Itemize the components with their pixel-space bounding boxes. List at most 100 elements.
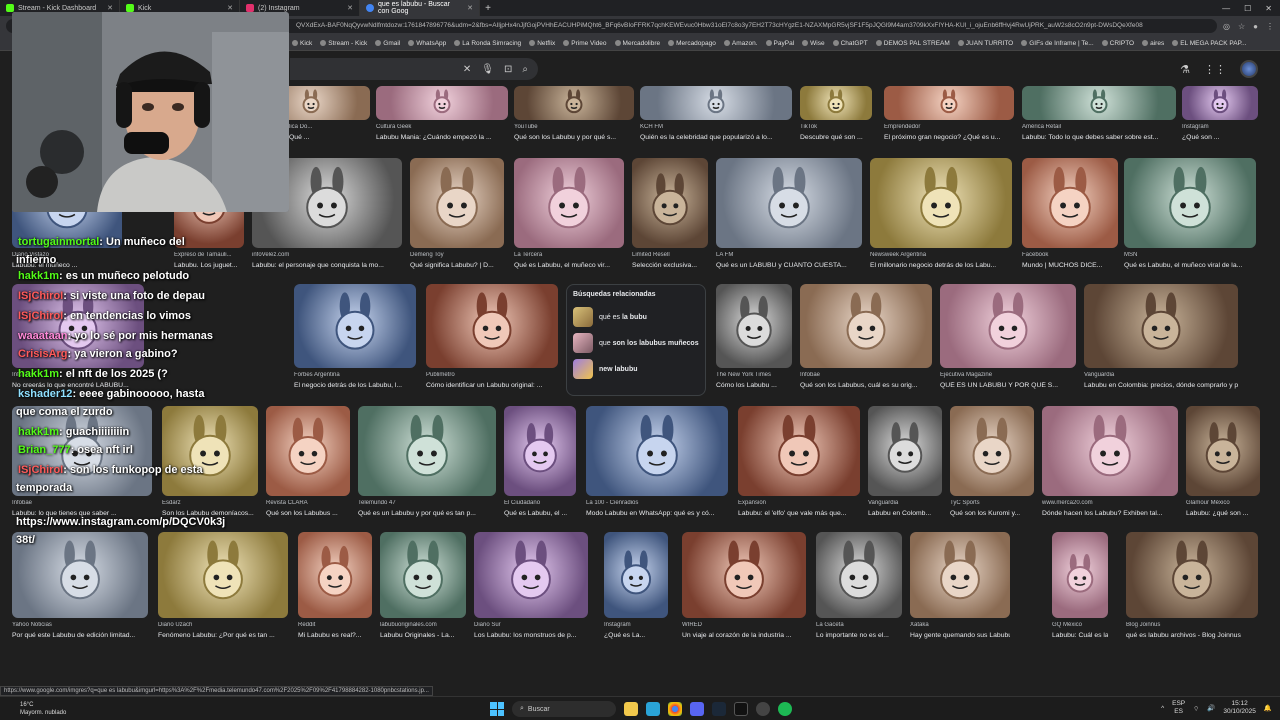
result-source[interactable]: Instagram xyxy=(1182,124,1258,130)
result-thumbnail[interactable] xyxy=(682,532,806,618)
result-caption[interactable]: Mi Labubu es real?... xyxy=(298,632,372,639)
result-thumbnail[interactable] xyxy=(816,532,902,618)
result-caption[interactable]: Qué es un Labubu y por qué es tan p... xyxy=(358,510,496,517)
taskbar-search[interactable]: ⌕ Buscar xyxy=(512,701,616,717)
image-result[interactable]: El Ciudadano Qué es Labubu, el ... xyxy=(504,406,576,524)
result-caption[interactable]: Quién es la celebridad que popularizó a … xyxy=(640,134,792,141)
result-source[interactable]: The New York Times xyxy=(716,372,792,378)
result-thumbnail[interactable] xyxy=(800,284,932,368)
chat-username[interactable]: ISjChiroI xyxy=(18,464,63,476)
result-thumbnail[interactable] xyxy=(514,158,624,248)
result-thumbnail[interactable] xyxy=(504,406,576,496)
result-source[interactable]: La Tercera xyxy=(514,252,624,258)
image-result[interactable]: TikTok Descubre qué son ... xyxy=(800,86,872,148)
result-caption[interactable]: Por qué este Labubu de edición limitad..… xyxy=(12,632,148,639)
result-source[interactable]: WIRED xyxy=(682,622,806,628)
result-source[interactable]: GQ México xyxy=(1052,622,1108,628)
result-thumbnail[interactable] xyxy=(716,158,862,248)
related-item[interactable]: qué es la bubu xyxy=(573,304,699,330)
image-result[interactable]: Telemundo 47 Qué es un Labubu y por qué e… xyxy=(358,406,496,524)
result-caption[interactable]: Qué son los Labubus, cuál es su orig... xyxy=(800,382,932,389)
image-result[interactable]: TyC Sports Qué son los Kuromi y... xyxy=(950,406,1034,524)
image-result[interactable]: labubuoriginales.com Labubu Originales - … xyxy=(380,532,466,646)
result-source[interactable]: labubuoriginales.com xyxy=(380,622,466,628)
new-tab-button[interactable]: + xyxy=(480,3,496,14)
bookmark-item[interactable]: GIFs de Inframe | Te... xyxy=(1021,40,1094,47)
discord-icon[interactable] xyxy=(690,702,704,716)
result-caption[interactable]: Labubu en Colomb... xyxy=(868,510,942,517)
labs-icon[interactable]: ⚗ xyxy=(1180,63,1190,76)
image-result[interactable]: Infobae Qué son los Labubus, cuál es su o… xyxy=(800,284,932,396)
bookmark-item[interactable]: Kick xyxy=(292,40,312,47)
apps-grid-icon[interactable]: ⋮⋮ xyxy=(1204,63,1226,76)
bookmark-item[interactable]: Mercadopago xyxy=(668,40,716,47)
result-thumbnail[interactable] xyxy=(426,284,558,368)
menu-dots-icon[interactable]: ⋮ xyxy=(1266,22,1274,31)
result-source[interactable]: Blog Joinnus xyxy=(1126,622,1258,628)
image-result[interactable]: La Tercera Qué es Labubu, el muñeco vir..… xyxy=(514,158,624,276)
related-item[interactable]: que son los labubus muñecos xyxy=(573,330,699,356)
image-result[interactable]: MSN Qué es Labubu, el muñeco viral de la.… xyxy=(1124,158,1256,276)
result-thumbnail[interactable] xyxy=(514,86,634,120)
result-source[interactable]: América Retail xyxy=(1022,124,1176,130)
chat-username[interactable]: kshader12 xyxy=(18,388,72,400)
result-source[interactable]: Diario Uzach xyxy=(158,622,288,628)
result-thumbnail[interactable] xyxy=(586,406,728,496)
result-thumbnail[interactable] xyxy=(1022,86,1176,120)
minimize-icon[interactable]: — xyxy=(1222,4,1230,13)
result-caption[interactable]: Modo Labubu en WhatsApp: qué es y có... xyxy=(586,510,728,517)
result-thumbnail[interactable] xyxy=(940,284,1076,368)
result-thumbnail[interactable] xyxy=(1042,406,1178,496)
chevron-up-icon[interactable]: ^ xyxy=(1161,705,1164,712)
result-source[interactable]: Cultura Geek xyxy=(376,124,508,130)
clock[interactable]: 15:12 30/10/2025 xyxy=(1223,700,1256,716)
bookmark-item[interactable]: Amazon. xyxy=(723,40,758,47)
start-button-icon[interactable] xyxy=(490,702,504,716)
chrome-icon[interactable] xyxy=(668,702,682,716)
maximize-icon[interactable]: ☐ xyxy=(1244,4,1251,13)
image-result[interactable]: Newsweek Argentina El millonario negocio … xyxy=(870,158,1012,276)
result-caption[interactable]: El millonario negocio detrás de los Labu… xyxy=(870,262,1012,269)
result-caption[interactable]: Hay gente quemando sus Labubus... xyxy=(910,632,1010,639)
image-result[interactable]: Reddit Mi Labubu es real?... xyxy=(298,532,372,646)
image-result[interactable]: LA FM Qué es un LABUBU y CUÁNTO CUESTA... xyxy=(716,158,862,276)
image-result[interactable]: América Retail Labubu: Todo lo que debes … xyxy=(1022,86,1176,148)
obs-icon[interactable] xyxy=(756,702,770,716)
result-thumbnail[interactable] xyxy=(632,158,708,248)
result-caption[interactable]: QUÉ ES UN LABUBU Y POR QUÉ S... xyxy=(940,382,1076,389)
bookmark-item[interactable]: ChatGPT xyxy=(832,40,868,47)
image-result[interactable]: Forbes Argentina El negocio detrás de los… xyxy=(294,284,416,396)
image-result[interactable]: Vanguardia Labubu en Colombia: precios, d… xyxy=(1084,284,1238,396)
related-item[interactable]: new labubu xyxy=(573,356,699,382)
profile-icon[interactable]: ● xyxy=(1253,22,1258,31)
result-caption[interactable]: Cómo los Labubu ... xyxy=(716,382,792,389)
bookmark-item[interactable]: La Ronda Simracing xyxy=(454,40,521,47)
result-source[interactable]: YouTube xyxy=(514,124,634,130)
image-result[interactable]: Xataka Hay gente quemando sus Labubus... xyxy=(910,532,1010,646)
result-thumbnail[interactable] xyxy=(1126,532,1258,618)
result-caption[interactable]: ¿Qué son ... xyxy=(1182,134,1258,141)
result-thumbnail[interactable] xyxy=(1052,532,1108,618)
result-thumbnail[interactable] xyxy=(884,86,1014,120)
result-caption[interactable]: El próximo gran negocio? ¿Qué es u... xyxy=(884,134,1014,141)
bookmark-item[interactable]: PayPal xyxy=(765,40,794,47)
result-caption[interactable]: Labubu: Todo lo que debes saber sobre es… xyxy=(1022,134,1176,141)
image-result[interactable]: Vanguardia Labubu en Colomb... xyxy=(868,406,942,524)
result-caption[interactable]: Qué significa Labubu? | D... xyxy=(410,262,504,269)
result-caption[interactable]: Qué es Labubu, el ... xyxy=(504,510,576,517)
image-result[interactable]: Cultura Geek Labubu Mania: ¿Cuándo empezó… xyxy=(376,86,508,148)
result-thumbnail[interactable] xyxy=(868,406,942,496)
bookmark-item[interactable]: WhatsApp xyxy=(408,40,446,47)
result-thumbnail[interactable] xyxy=(474,532,588,618)
notifications-icon[interactable]: 🔔 xyxy=(1264,704,1272,712)
bookmark-item[interactable]: DEMOS PAL STREAM xyxy=(875,40,950,47)
result-caption[interactable]: Fenómeno Labubu: ¿Por qué es tan ... xyxy=(158,632,288,639)
bookmark-item[interactable]: EL MEGA PACK PAP... xyxy=(1172,40,1246,47)
image-result[interactable]: Expansión Labubu: el 'elfo' que vale más … xyxy=(738,406,860,524)
result-source[interactable]: KCH FM xyxy=(640,124,792,130)
result-source[interactable]: Demeng Toy xyxy=(410,252,504,258)
result-caption[interactable]: Qué son los Kuromi y... xyxy=(950,510,1034,517)
image-result[interactable]: Publimetro Cómo identificar un Labubu ori… xyxy=(426,284,558,396)
capcut-icon[interactable] xyxy=(734,702,748,716)
result-source[interactable]: Facebook xyxy=(1022,252,1118,258)
